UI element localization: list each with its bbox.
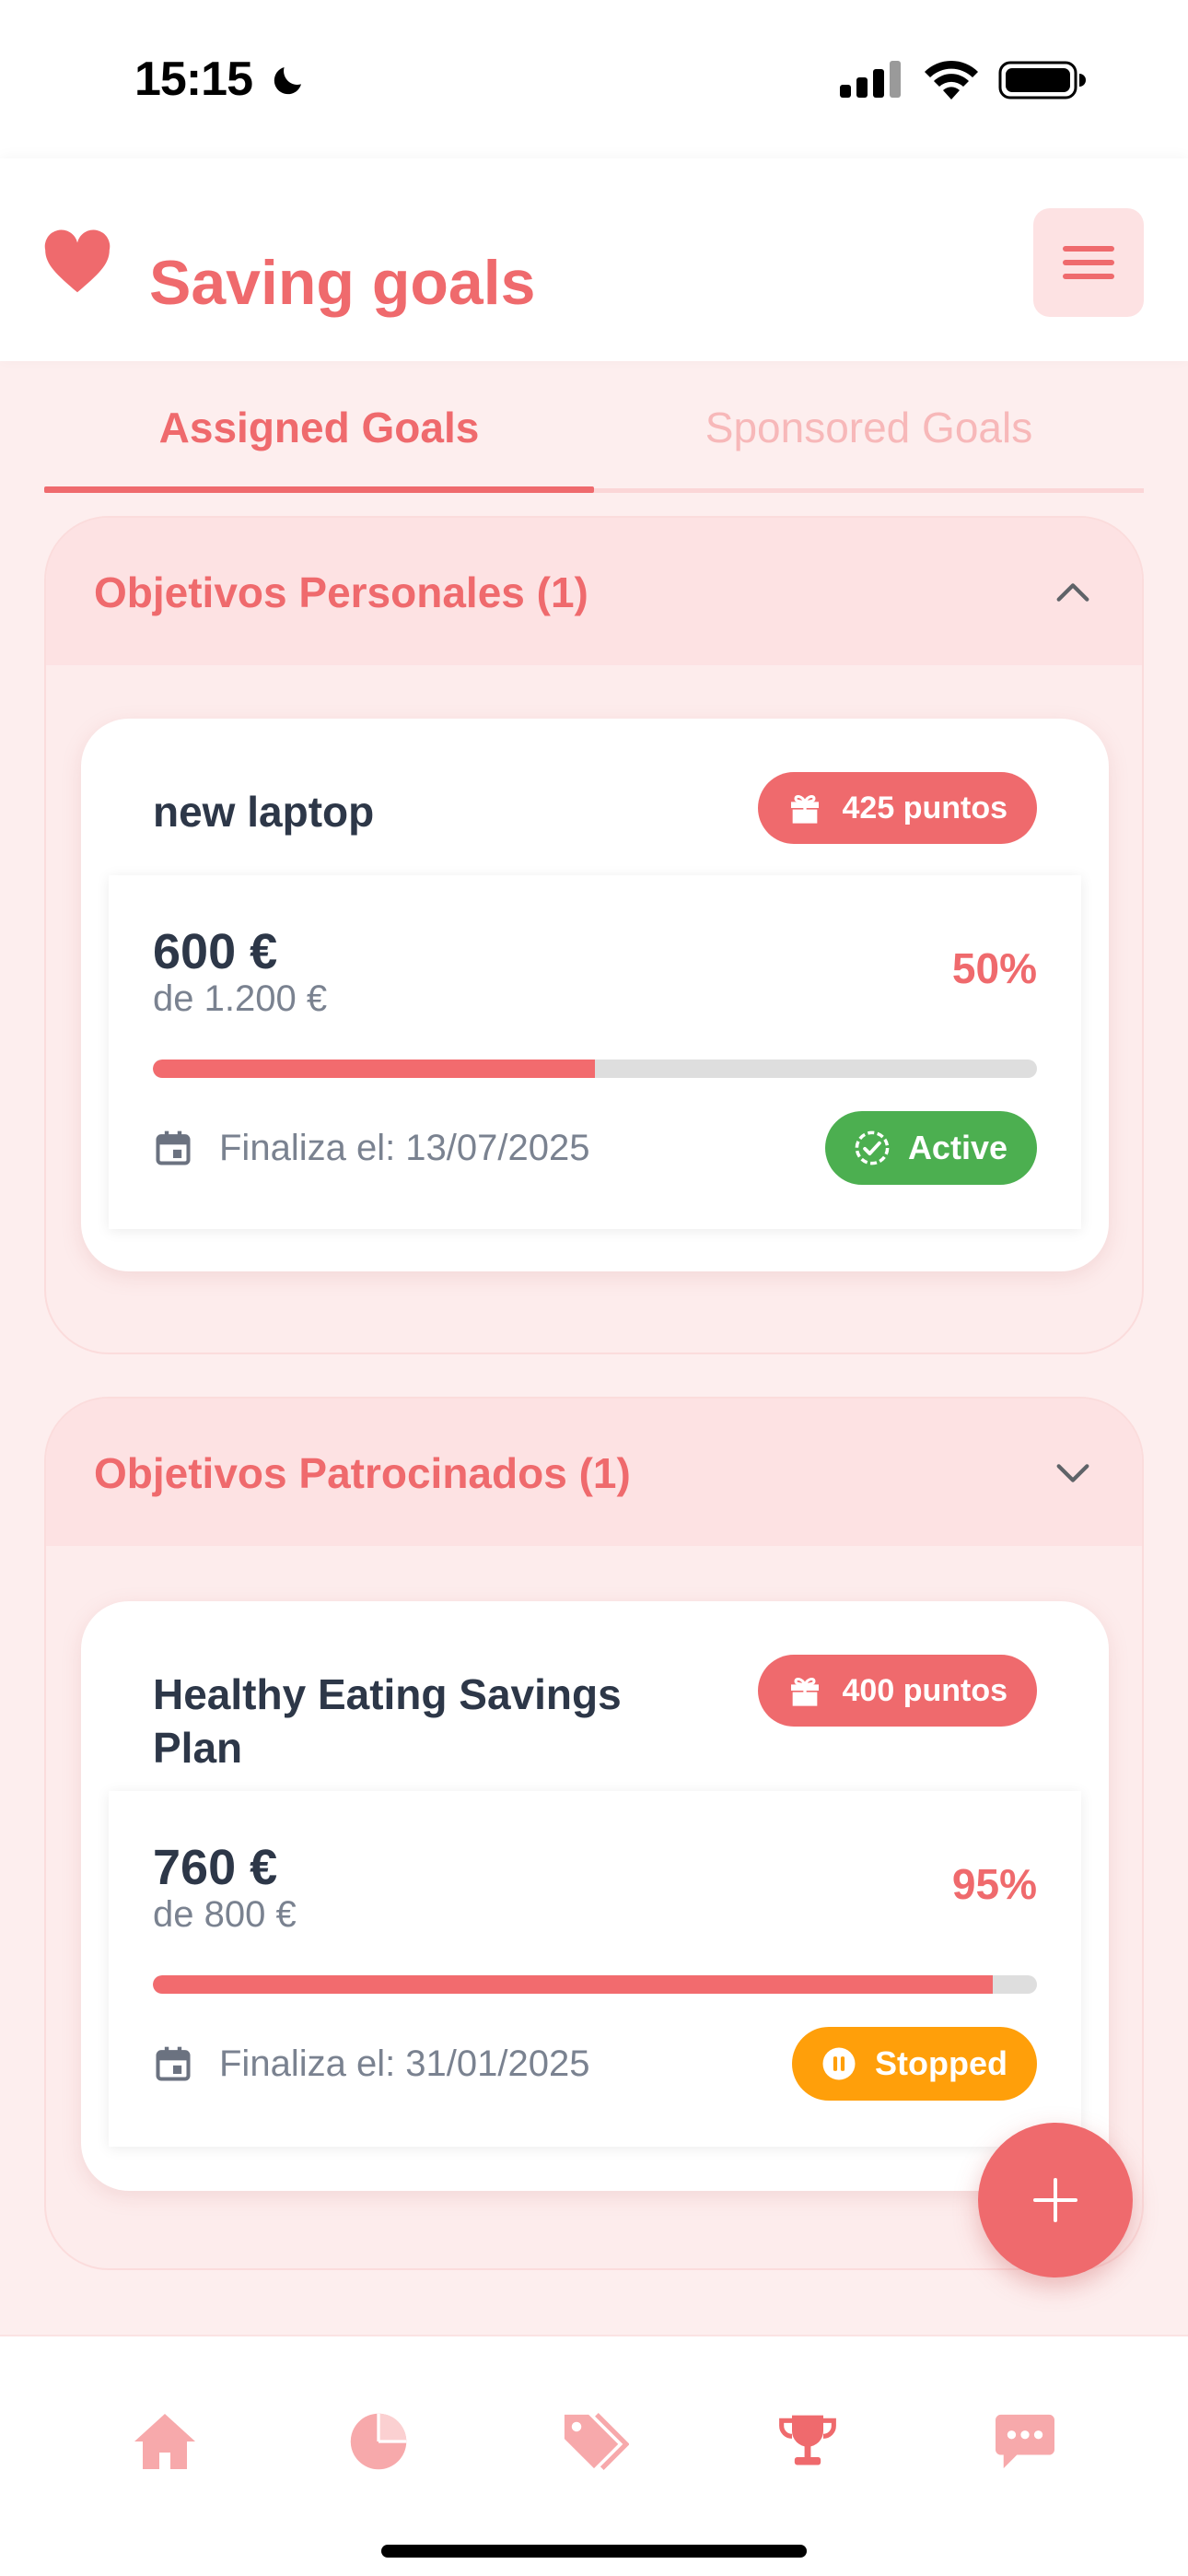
progress-percent: 50%: [951, 944, 1037, 992]
goal-name: new laptop: [153, 788, 375, 836]
check-circle-icon: [855, 1130, 890, 1165]
page-title: Saving goals: [149, 248, 536, 318]
personal-goals-header[interactable]: Objetivos Personales (1): [46, 518, 1142, 665]
tab-active-indicator: [44, 486, 594, 493]
personal-goals-section: Objetivos Personales (1) new laptop 425 …: [44, 516, 1144, 1354]
pie-chart-icon: [350, 2413, 407, 2470]
goal-name: Healthy Eating Savings Plan: [153, 1670, 622, 1772]
saved-amount: 760 €: [153, 1840, 278, 1895]
points-badge: 400 puntos: [757, 1655, 1037, 1727]
status-badge: Stopped: [792, 2027, 1037, 2101]
progress-bar-fill: [153, 1060, 595, 1078]
section-title: Objetivos Patrocinados (1): [94, 1449, 631, 1497]
points-label: 400 puntos: [842, 1672, 1007, 1708]
end-date: Finaliza el: 13/07/2025: [219, 1128, 590, 1168]
progress-bar: [153, 1060, 1037, 1078]
nav-stats[interactable]: [328, 2395, 429, 2488]
home-indicator: [381, 2545, 807, 2558]
status-label: Active: [907, 1129, 1007, 1166]
section-title: Objetivos Personales (1): [94, 568, 588, 616]
nav-chat[interactable]: [974, 2395, 1076, 2488]
bottom-navigation: [0, 2335, 1188, 2576]
goal-card[interactable]: Healthy Eating Savings Plan 400 puntos 7…: [81, 1601, 1109, 2191]
nav-home[interactable]: [114, 2395, 215, 2488]
chat-icon: [996, 2414, 1054, 2469]
moon-icon: [274, 67, 301, 95]
chevron-up-icon[interactable]: [1052, 571, 1094, 614]
home-icon: [134, 2414, 195, 2469]
end-date: Finaliza el: 31/01/2025: [219, 2043, 590, 2084]
goal-card[interactable]: new laptop 425 puntos 600 € de 1.200 € 5…: [81, 719, 1109, 1271]
heart-logo-icon: [44, 229, 111, 293]
chevron-down-icon[interactable]: [1052, 1452, 1094, 1494]
sponsored-goals-header[interactable]: Objetivos Patrocinados (1): [46, 1399, 1142, 1546]
status-badge: Active: [824, 1111, 1037, 1185]
points-badge: 425 puntos: [757, 772, 1037, 844]
progress-percent: 95%: [951, 1860, 1037, 1908]
cellular-signal-icon: [840, 61, 901, 98]
status-time: 15:15: [134, 53, 253, 106]
trophy-icon: [779, 2415, 836, 2465]
status-label: Stopped: [875, 2044, 1007, 2082]
nav-goals[interactable]: [757, 2395, 858, 2488]
pause-circle-icon: [822, 2047, 856, 2080]
add-goal-button[interactable]: [978, 2123, 1133, 2277]
goal-tabs: Assigned Goals Sponsored Goals: [44, 361, 1144, 494]
goal-progress-panel: 760 € de 800 € 95% Finaliza el: 31/01/20…: [109, 1791, 1081, 2147]
wifi-icon: [925, 60, 978, 100]
gift-icon: [790, 794, 819, 824]
menu-button[interactable]: [1033, 208, 1144, 317]
goal-progress-panel: 600 € de 1.200 € 50% Finaliza el: 13/07/…: [109, 875, 1081, 1229]
progress-bar: [153, 1975, 1037, 1994]
status-bar: 15:15: [0, 0, 1188, 158]
tab-assigned-goals[interactable]: Assigned Goals: [44, 361, 594, 494]
battery-icon: [998, 61, 1086, 100]
progress-bar-fill: [153, 1975, 993, 1994]
tags-icon: [564, 2412, 629, 2471]
target-amount: de 800 €: [153, 1894, 297, 1935]
plus-icon: [1033, 2178, 1077, 2222]
tab-sponsored-goals[interactable]: Sponsored Goals: [594, 361, 1144, 494]
saved-amount: 600 €: [153, 924, 278, 979]
calendar-icon: [156, 1130, 191, 1165]
gift-icon: [790, 1677, 819, 1706]
points-label: 425 puntos: [842, 790, 1007, 825]
app-header: Saving goals: [0, 158, 1188, 361]
sponsored-goals-section: Objetivos Patrocinados (1) Healthy Eatin…: [44, 1397, 1144, 2270]
nav-offers[interactable]: [543, 2395, 645, 2488]
hamburger-menu-icon: [1063, 246, 1114, 279]
calendar-icon: [156, 2046, 191, 2081]
target-amount: de 1.200 €: [153, 978, 328, 1019]
